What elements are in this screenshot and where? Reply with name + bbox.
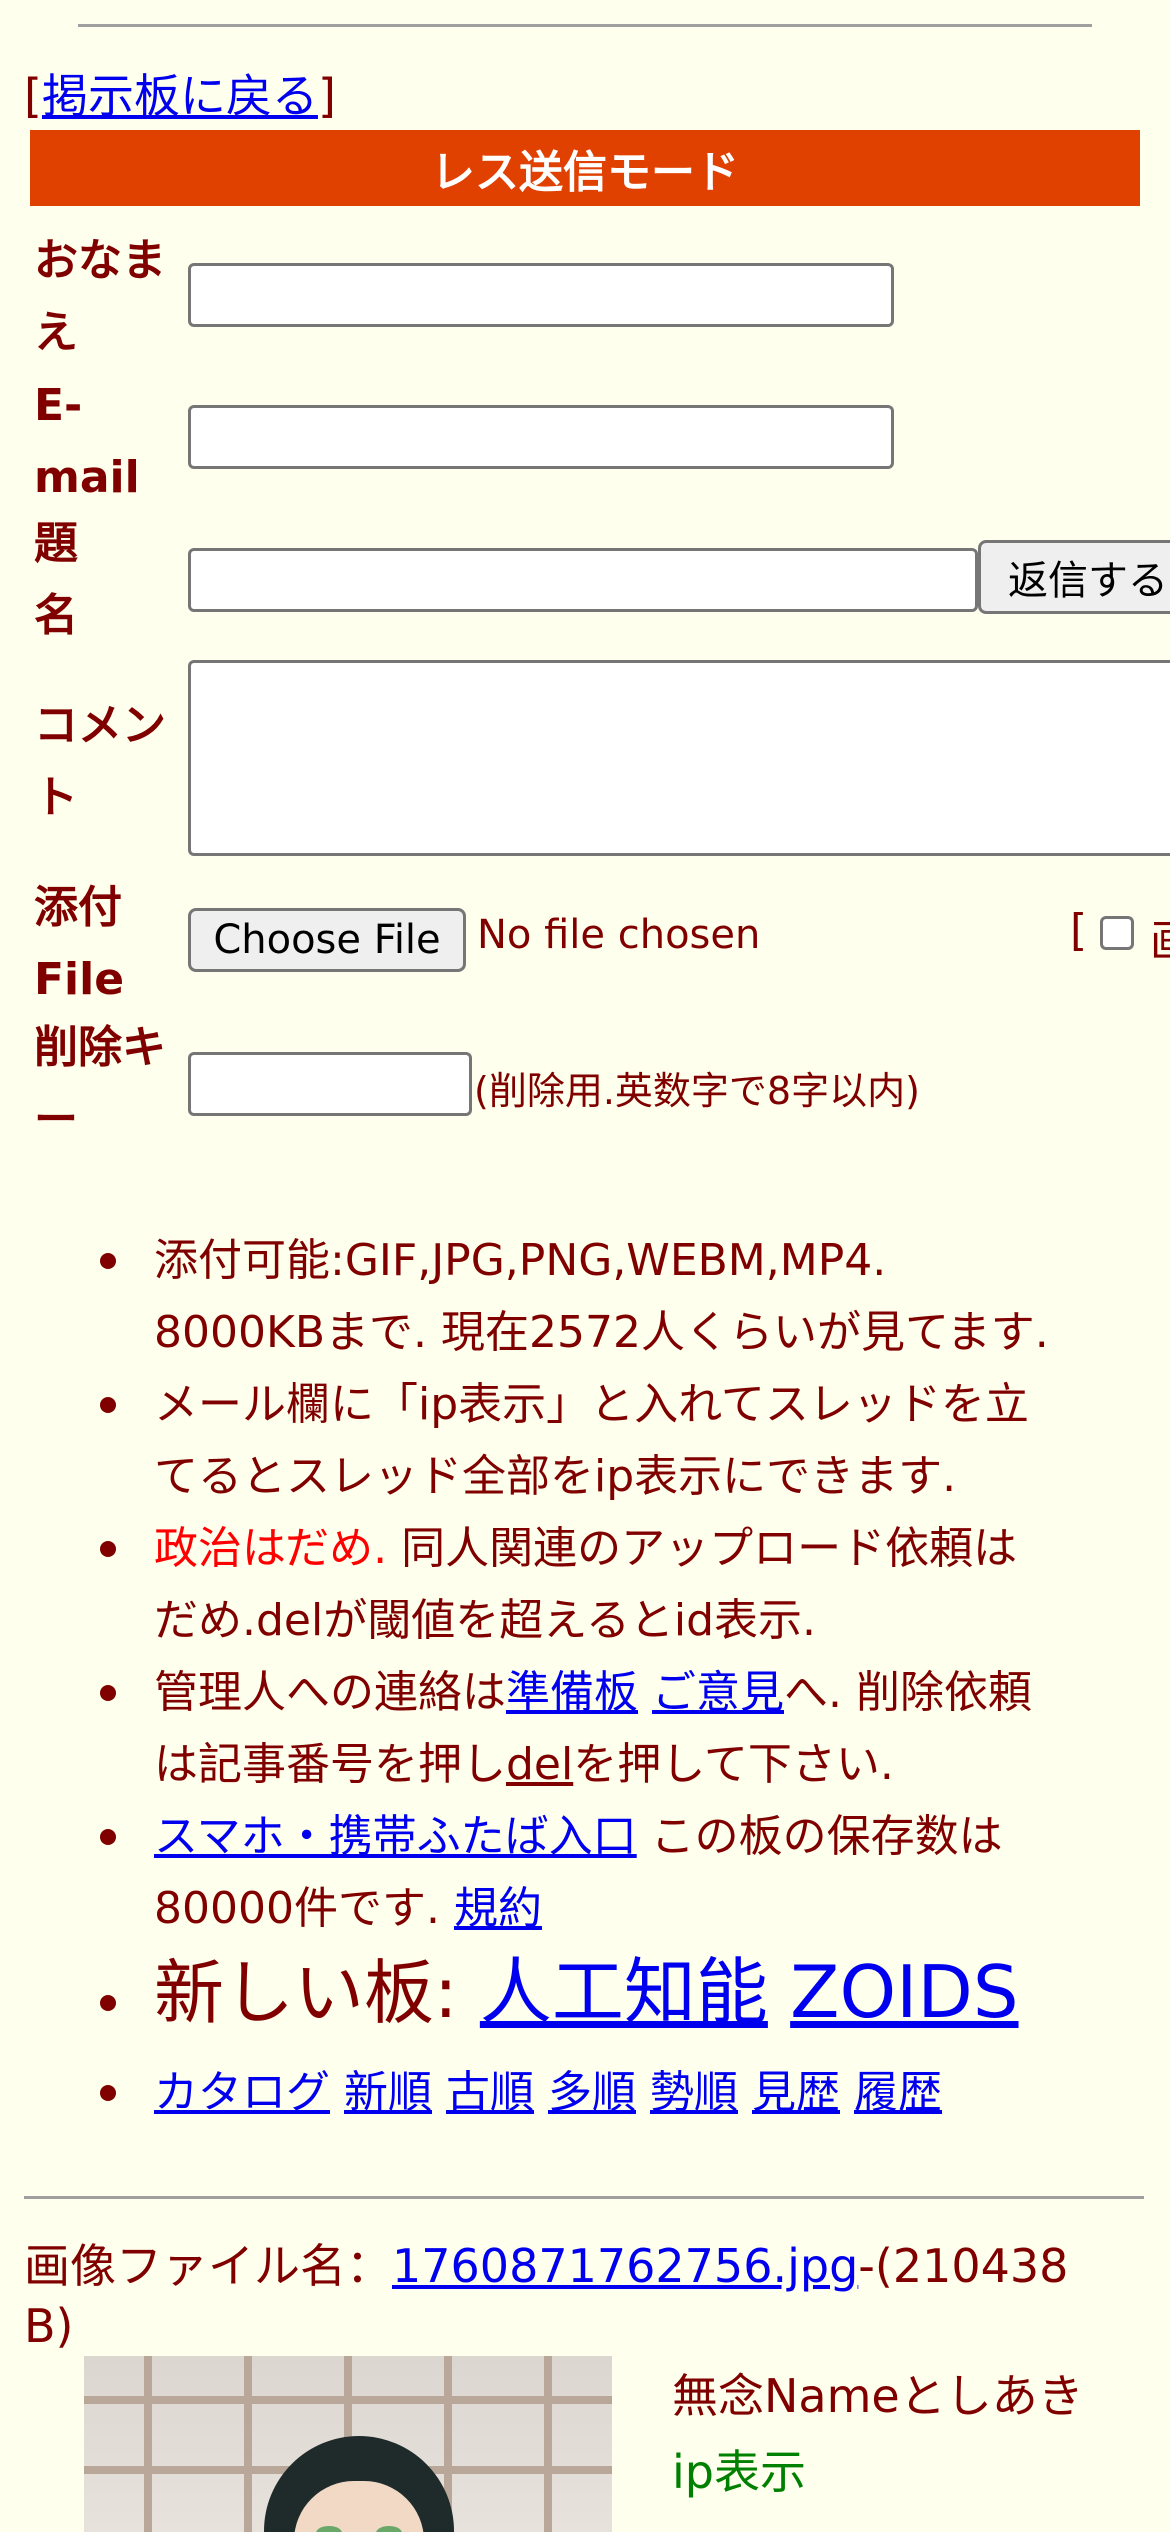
back-bracket-close: ] xyxy=(317,69,336,123)
sort-nav: カタログ 新順 古順 多順 勢順 見歴 履歴 xyxy=(154,2057,1144,2129)
image-option-bracket: [ xyxy=(1070,905,1088,956)
nav-newest-link[interactable]: 新順 xyxy=(344,2067,432,2118)
rule-contact-post: へ. 削除依頼 xyxy=(784,1667,1032,1718)
back-to-board-link[interactable]: 掲示板に戻る xyxy=(42,69,318,123)
delete-key-note: (削除用.英数字で8字以内) xyxy=(474,1069,920,1113)
bullet-3 xyxy=(100,1541,116,1557)
image-file-link[interactable]: 1760871762756.jpg xyxy=(392,2239,858,2293)
bullet-5 xyxy=(100,1829,116,1845)
rule-mobile-storage: スマホ・携帯ふたば入口 この板の保存数は 80000件です. 規約 xyxy=(154,1801,1144,1945)
new-board-zoids-link[interactable]: ZOIDS xyxy=(790,1950,1018,2034)
email-input[interactable] xyxy=(188,405,894,469)
rule-delete-post: を押して下さい. xyxy=(573,1739,894,1790)
comment-textarea[interactable] xyxy=(188,660,1170,856)
top-divider xyxy=(78,24,1092,27)
image-file-info: 画像ファイル名：1760871762756.jpg-(210438 B) xyxy=(24,2236,1144,2356)
new-board-ai-link[interactable]: 人工知能 xyxy=(480,1950,768,2034)
terms-link[interactable]: 規約 xyxy=(454,1883,542,1934)
subject-input[interactable] xyxy=(188,548,978,612)
nav-most-link[interactable]: 多順 xyxy=(548,2067,636,2118)
nav-viewed-history-link[interactable]: 見歴 xyxy=(752,2067,840,2118)
back-link-wrapper: [掲示板に戻る] xyxy=(24,60,336,126)
rule-politics-line2: だめ.delが閾値を超えるとid表示. xyxy=(154,1595,817,1646)
bullet-6 xyxy=(100,1995,116,2011)
bullet-2 xyxy=(100,1397,116,1413)
bullet-7 xyxy=(100,2085,116,2101)
image-option-checkbox[interactable] xyxy=(1100,916,1134,950)
post-ip-label: ip表示 xyxy=(672,2445,806,2499)
mobile-entrance-link[interactable]: スマホ・携帯ふたば入口 xyxy=(154,1811,637,1862)
rule-contact: 管理人への連絡は準備板 ご意見へ. 削除依頼 は記事番号を押しdelを押して下さ… xyxy=(154,1657,1144,1801)
submit-reply-button[interactable]: 返信する xyxy=(978,540,1170,614)
delete-key-label: 削除キ ー xyxy=(34,1012,166,1156)
rule-politics-warning: 政治はだめ. xyxy=(154,1523,388,1574)
rule-upload-line2: 8000KBまで. 現在2572人くらいが見てます. xyxy=(154,1307,1049,1358)
no-file-status: No file chosen xyxy=(477,912,761,958)
choose-file-button[interactable]: Choose File xyxy=(188,908,466,972)
rule-delete-pre: は記事番号を押し xyxy=(154,1739,506,1790)
rule-ip-line1: メール欄に「ip表示」と入れてスレッドを立 xyxy=(154,1379,1029,1430)
back-bracket-open: [ xyxy=(24,69,42,123)
comment-label-line2: ト xyxy=(34,772,78,823)
rule-politics: 政治はだめ. 同人関連のアップロード依頼は だめ.delが閾値を超えるとid表示… xyxy=(154,1513,1144,1657)
rule-storage-count: 80000件です. xyxy=(154,1883,440,1934)
file-label: 添付 File xyxy=(34,872,124,1016)
bullet-4 xyxy=(100,1685,116,1701)
nav-oldest-link[interactable]: 古順 xyxy=(446,2067,534,2118)
thread-image-thumbnail[interactable] xyxy=(84,2356,612,2532)
file-label-line1: 添付 xyxy=(34,882,122,933)
delete-key-label-line2: ー xyxy=(34,1094,78,1145)
new-boards-label: 新しい板: xyxy=(154,1952,458,2034)
rule-contact-pre: 管理人への連絡は xyxy=(154,1667,506,1718)
post-author-name: 無念Nameとしあき xyxy=(672,2369,1084,2423)
delete-key-label-line1: 削除キ xyxy=(34,1022,166,1073)
name-label-line1: おなま xyxy=(34,235,166,286)
bullet-1 xyxy=(100,1253,116,1269)
new-boards: 新しい板: 人工知能 ZOIDS xyxy=(154,1947,1144,2038)
subject-label-line1: 題 xyxy=(34,518,78,569)
nav-history-link[interactable]: 履歴 xyxy=(854,2067,942,2118)
name-label: おなま え xyxy=(34,225,166,369)
rule-upload-line1: 添付可能:GIF,JPG,PNG,WEBM,MP4. xyxy=(154,1235,887,1286)
email-label: E- mail xyxy=(34,370,140,514)
email-label-line1: E- xyxy=(34,380,83,431)
rule-storage-text: この板の保存数は xyxy=(636,1811,1003,1862)
name-input[interactable] xyxy=(188,263,894,327)
subject-label: 題 名 xyxy=(34,508,78,652)
prep-board-link[interactable]: 準備板 xyxy=(506,1667,638,1718)
email-label-line2: mail xyxy=(34,452,140,503)
rule-politics-rest: 同人関連のアップロード依頼は xyxy=(387,1523,1018,1574)
file-label-line2: File xyxy=(34,954,125,1005)
rule-upload-info: 添付可能:GIF,JPG,PNG,WEBM,MP4. 8000KBまで. 現在2… xyxy=(154,1225,1144,1369)
image-option-label: 画 xyxy=(1150,905,1170,969)
rule-ip-line2: てるとスレッド全部をip表示にできます. xyxy=(154,1451,957,1502)
image-file-size: -(210438 xyxy=(858,2239,1069,2293)
image-file-size-cont: B) xyxy=(24,2299,74,2353)
del-link[interactable]: del xyxy=(506,1739,573,1790)
rule-ip-display: メール欄に「ip表示」と入れてスレッドを立 てるとスレッド全部をip表示にできま… xyxy=(154,1369,1144,1513)
nav-catalog-link[interactable]: カタログ xyxy=(154,2067,330,2118)
subject-label-line2: 名 xyxy=(34,590,78,641)
reply-mode-header: レス送信モード xyxy=(30,130,1140,206)
comment-label-line1: コメン xyxy=(34,700,166,751)
thread-divider xyxy=(24,2196,1144,2199)
delete-key-input[interactable] xyxy=(188,1052,472,1116)
nav-momentum-link[interactable]: 勢順 xyxy=(650,2067,738,2118)
comment-label: コメン ト xyxy=(34,690,166,834)
image-file-prefix: 画像ファイル名： xyxy=(24,2239,392,2293)
feedback-link[interactable]: ご意見 xyxy=(652,1667,784,1718)
name-label-line2: え xyxy=(34,307,78,358)
